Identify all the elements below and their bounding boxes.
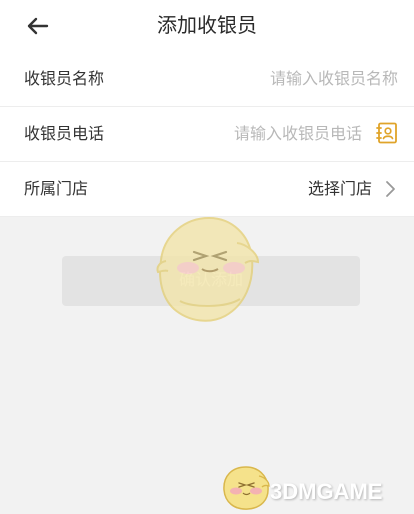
- cashier-name-row[interactable]: 收银员名称 请输入收银员名称: [0, 52, 414, 107]
- store-label: 所属门店: [24, 179, 89, 198]
- cashier-phone-label: 收银员电话: [24, 124, 105, 143]
- cashier-name-input[interactable]: 请输入收银员名称: [270, 67, 398, 91]
- cashier-phone-row[interactable]: 收银员电话 请输入收银员电话: [0, 107, 414, 162]
- select-store-value[interactable]: 选择门店: [308, 177, 372, 201]
- contact-book-icon[interactable]: [375, 121, 399, 145]
- mascot-watermark-icon: [156, 216, 260, 322]
- brand-watermark-text: 3DMGAME: [270, 479, 383, 504]
- add-cashier-page: 添加收银员 收银员名称 请输入收银员名称 收银员电话 请输入收银员电话 所属门店…: [0, 0, 414, 514]
- cashier-phone-input[interactable]: 请输入收银员电话: [234, 122, 362, 146]
- page-title: 添加收银员: [157, 13, 257, 37]
- top-bar: 添加收银员: [0, 0, 414, 53]
- cashier-name-label: 收银员名称: [24, 69, 105, 88]
- brand-mascot-icon: [223, 466, 270, 510]
- store-selector-row[interactable]: 所属门店 选择门店: [0, 162, 414, 217]
- chevron-right-icon: [386, 181, 395, 197]
